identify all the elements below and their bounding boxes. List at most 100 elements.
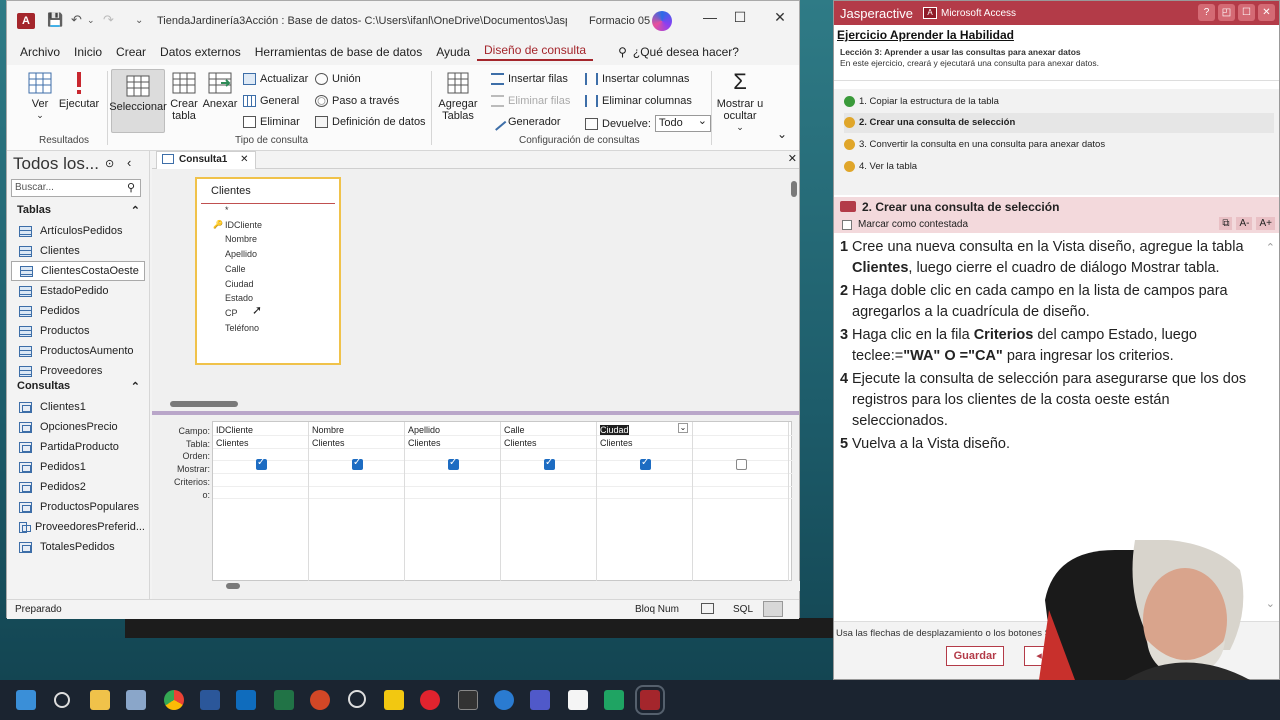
tab-consulta1[interactable]: Consulta1 ✕: [156, 151, 256, 169]
vertical-scrollbar[interactable]: [789, 169, 799, 399]
scroll-thumb[interactable]: [226, 583, 240, 589]
menu-archivo[interactable]: Archivo: [13, 45, 67, 59]
pass-through-button[interactable]: Paso a través: [315, 95, 399, 107]
field-cell[interactable]: Calle: [504, 425, 525, 435]
crosstab-button[interactable]: General: [243, 95, 299, 107]
jasper-app-icon[interactable]: [420, 690, 440, 710]
delete-columns-button[interactable]: Eliminar columnas: [585, 95, 692, 107]
grid-horizontal-scrollbar[interactable]: [212, 581, 800, 591]
dropdown-arrow-icon[interactable]: ⌄: [678, 423, 688, 433]
grid-column[interactable]: Nombre Clientes: [309, 422, 405, 582]
update-button[interactable]: Actualizar: [243, 73, 308, 85]
nav-table-item[interactable]: EstadoPedido: [11, 281, 145, 301]
design-view-icon[interactable]: [763, 601, 783, 617]
menu-datos-externos[interactable]: Datos externos: [153, 45, 248, 59]
app-3d-icon[interactable]: [126, 690, 146, 710]
field-item[interactable]: Ciudad: [225, 279, 254, 289]
gmx-icon[interactable]: [458, 690, 478, 710]
nav-query-item[interactable]: TotalesPedidos: [11, 537, 145, 557]
field-item[interactable]: Nombre: [225, 234, 257, 244]
show-checkbox[interactable]: [736, 459, 747, 470]
nav-query-item[interactable]: ProductosPopulares: [11, 497, 145, 517]
nav-group-tables[interactable]: Tablas ⌃: [7, 204, 150, 222]
nav-query-item[interactable]: OpcionesPrecio: [11, 417, 145, 437]
nav-query-item[interactable]: PartidaProducto: [11, 437, 145, 457]
nav-title[interactable]: Todos los...: [13, 154, 99, 174]
horizontal-scrollbar[interactable]: [152, 399, 799, 409]
start-icon[interactable]: [16, 690, 36, 710]
menu-crear[interactable]: Crear: [109, 45, 153, 59]
settings-app-icon[interactable]: [348, 690, 366, 708]
nav-menu-icon[interactable]: ⊙: [105, 157, 114, 170]
undo-dropdown-icon[interactable]: ⌄: [87, 15, 95, 26]
field-cell[interactable]: IDCliente: [216, 425, 253, 435]
search-icon[interactable]: [54, 692, 70, 708]
help-icon[interactable]: ?: [1198, 4, 1215, 21]
grid-column[interactable]: Apellido Clientes: [405, 422, 501, 582]
delete-query-button[interactable]: Eliminar: [243, 116, 300, 128]
nav-group-queries[interactable]: Consultas ⌃: [7, 380, 150, 398]
nav-table-item[interactable]: Proveedores: [11, 361, 145, 381]
restore-icon[interactable]: ◰: [1218, 4, 1235, 21]
field-item-key[interactable]: IDCliente: [225, 220, 262, 230]
nav-table-item[interactable]: ProductosAumento: [11, 341, 145, 361]
tell-me-search[interactable]: ⚲ ¿Qué desea hacer?: [611, 45, 746, 59]
datasheet-view-icon[interactable]: [701, 603, 714, 614]
menu-ayuda[interactable]: Ayuda: [429, 45, 477, 59]
field-list-clientes[interactable]: Clientes * IDCliente 🔑 Nombre Apellido Calle C…: [195, 177, 341, 365]
minimize-button[interactable]: —: [695, 9, 725, 25]
maximize-icon[interactable]: ☐: [1238, 4, 1255, 21]
show-checkbox[interactable]: [256, 457, 267, 470]
field-item[interactable]: Calle: [225, 264, 246, 274]
sheets-icon[interactable]: [604, 690, 624, 710]
show-checkbox[interactable]: [448, 457, 459, 470]
show-checkbox[interactable]: [352, 457, 363, 470]
table-cell[interactable]: Clientes: [504, 438, 537, 448]
append-button[interactable]: Anexar: [203, 71, 237, 110]
excel-icon[interactable]: [274, 690, 294, 710]
undo-icon[interactable]: ↶: [71, 12, 82, 28]
nav-table-item[interactable]: Pedidos: [11, 301, 145, 321]
sql-view-button[interactable]: SQL: [733, 604, 753, 615]
scroll-thumb[interactable]: [170, 401, 238, 407]
menu-herramientas[interactable]: Herramientas de base de datos: [248, 45, 429, 59]
nav-table-item[interactable]: ArtículosPedidos: [11, 221, 145, 241]
insert-rows-button[interactable]: Insertar filas: [491, 73, 568, 85]
field-item[interactable]: Apellido: [225, 249, 257, 259]
field-cell[interactable]: Nombre: [312, 425, 344, 435]
nav-query-item[interactable]: ProveedoresPreferid...: [11, 517, 145, 537]
menu-diseno-consulta[interactable]: Diseño de consulta: [477, 43, 594, 61]
field-item[interactable]: CP: [225, 308, 238, 318]
teams-icon[interactable]: [530, 690, 550, 710]
mark-answered-checkbox[interactable]: Marcar como contestada: [842, 219, 968, 230]
notepad-icon[interactable]: [568, 690, 588, 710]
nav-query-item[interactable]: Pedidos1: [11, 457, 145, 477]
scroll-thumb[interactable]: [791, 181, 797, 197]
field-item[interactable]: Estado: [225, 293, 253, 303]
step-item[interactable]: 2. Crear una consulta de selección: [844, 112, 1274, 133]
view-button[interactable]: Ver ⌄: [25, 71, 55, 121]
close-button[interactable]: ✕: [765, 9, 795, 26]
file-explorer-icon[interactable]: [90, 690, 110, 710]
show-checkbox[interactable]: [544, 457, 555, 470]
nav-collapse-icon[interactable]: ‹: [127, 155, 131, 170]
browser-icon[interactable]: [494, 690, 514, 710]
return-dropdown[interactable]: Todo: [654, 114, 711, 132]
field-item[interactable]: Teléfono: [225, 323, 259, 333]
collapse-ribbon-icon[interactable]: ⌄: [777, 127, 787, 141]
nav-table-item[interactable]: Productos: [11, 321, 145, 341]
customize-qat-icon[interactable]: ⌄: [135, 15, 143, 26]
make-table-button[interactable]: Crear tabla: [167, 71, 201, 122]
table-cell[interactable]: Clientes: [408, 438, 441, 448]
search-icon[interactable]: ⚲: [127, 181, 135, 194]
close-icon[interactable]: ✕: [1258, 4, 1275, 21]
grid-column[interactable]: Ciudad Clientes ⌄: [597, 422, 693, 582]
word-icon[interactable]: [200, 690, 220, 710]
nav-table-item[interactable]: Clientes: [11, 241, 145, 261]
menu-inicio[interactable]: Inicio: [67, 45, 109, 59]
nav-table-item[interactable]: ClientesCostaOeste: [11, 261, 145, 281]
save-icon[interactable]: 💾: [47, 12, 63, 28]
data-definition-button[interactable]: Definición de datos: [315, 116, 426, 128]
chrome-icon[interactable]: [164, 690, 184, 710]
run-button[interactable]: Ejecutar: [59, 71, 99, 110]
